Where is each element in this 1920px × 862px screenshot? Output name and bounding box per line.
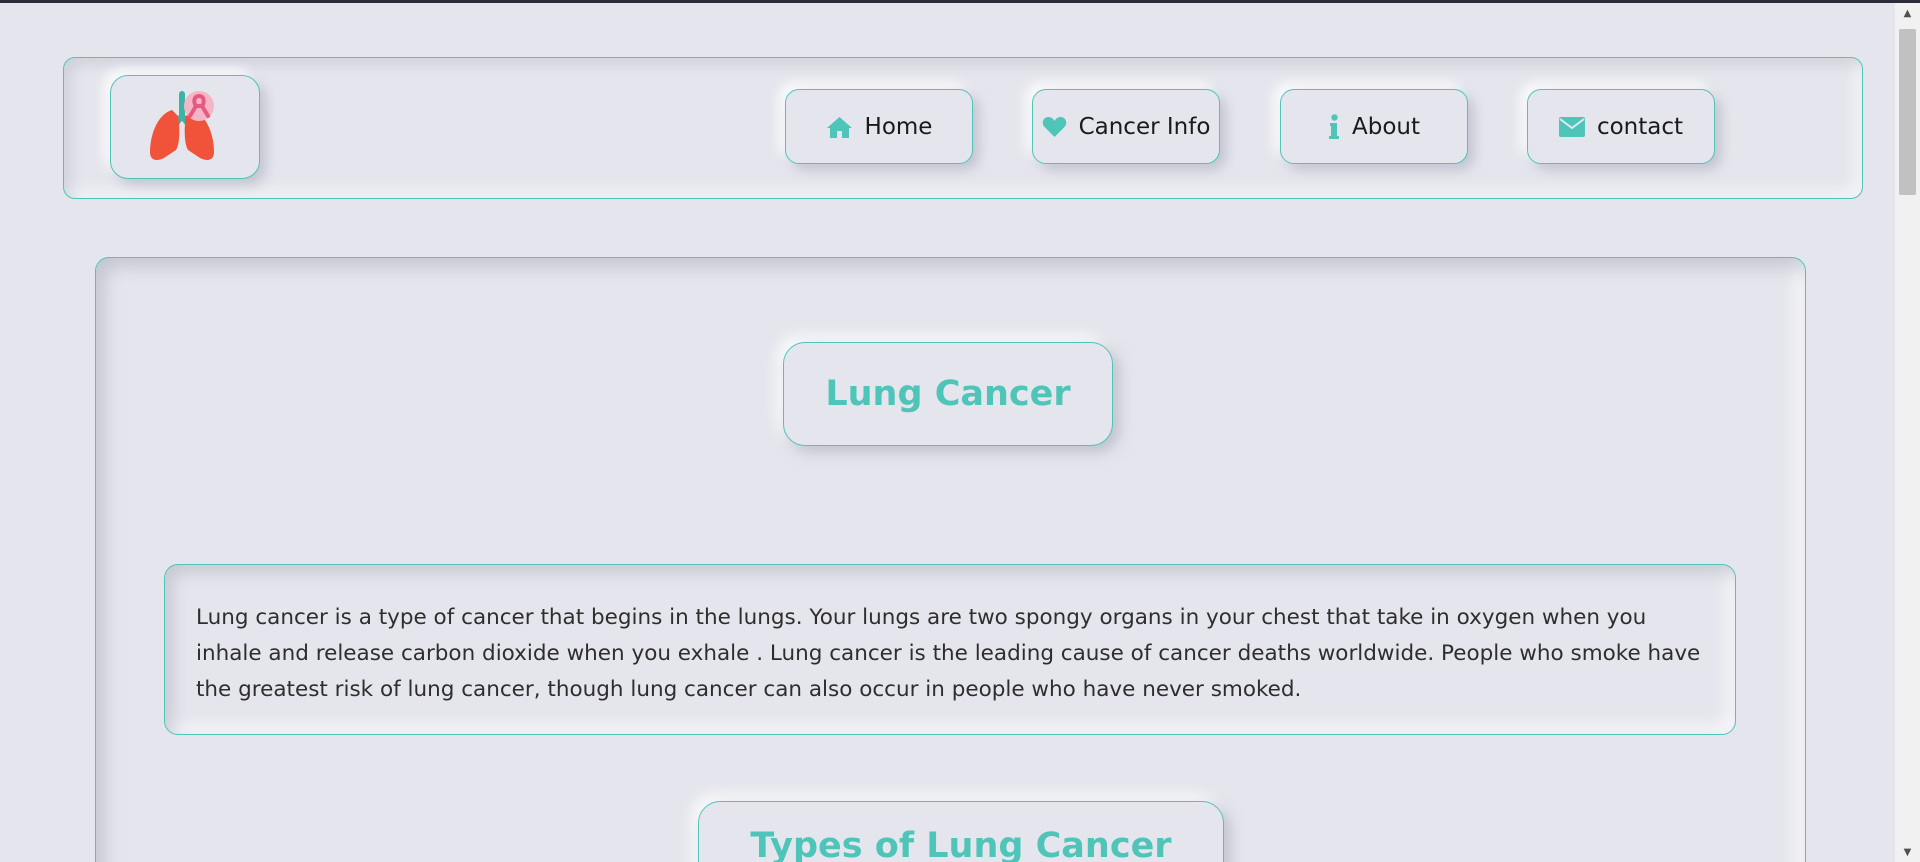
nav-about-button[interactable]: About (1280, 89, 1468, 164)
info-icon (1328, 113, 1339, 139)
scroll-up-arrow-icon[interactable]: ▲ (1895, 3, 1920, 23)
nav-home-button[interactable]: Home (785, 89, 973, 164)
site-logo[interactable] (110, 75, 260, 179)
nav-about-label: About (1351, 113, 1420, 140)
lungs-ribbon-logo (150, 91, 214, 160)
vertical-scrollbar[interactable]: ▲ ▼ (1895, 3, 1920, 862)
nav-home-label: Home (864, 113, 933, 140)
scroll-down-arrow-icon[interactable]: ▼ (1895, 842, 1920, 862)
nav-contact-button[interactable]: contact (1527, 89, 1715, 164)
heart-icon (1042, 116, 1066, 137)
scroll-thumb[interactable] (1899, 29, 1916, 195)
section-title-types: Types of Lung Cancer (698, 801, 1224, 862)
nav-cancer-info-button[interactable]: Cancer Info (1032, 89, 1220, 164)
page-viewport: Home Cancer Info About contact Lung Canc… (0, 3, 1895, 862)
nav-cancer-info-label: Cancer Info (1078, 113, 1211, 140)
description-text: Lung cancer is a type of cancer that beg… (164, 564, 1736, 735)
home-icon (826, 116, 852, 138)
nav-contact-label: contact (1596, 113, 1684, 140)
page-title: Lung Cancer (783, 342, 1113, 446)
envelope-icon (1558, 116, 1585, 137)
